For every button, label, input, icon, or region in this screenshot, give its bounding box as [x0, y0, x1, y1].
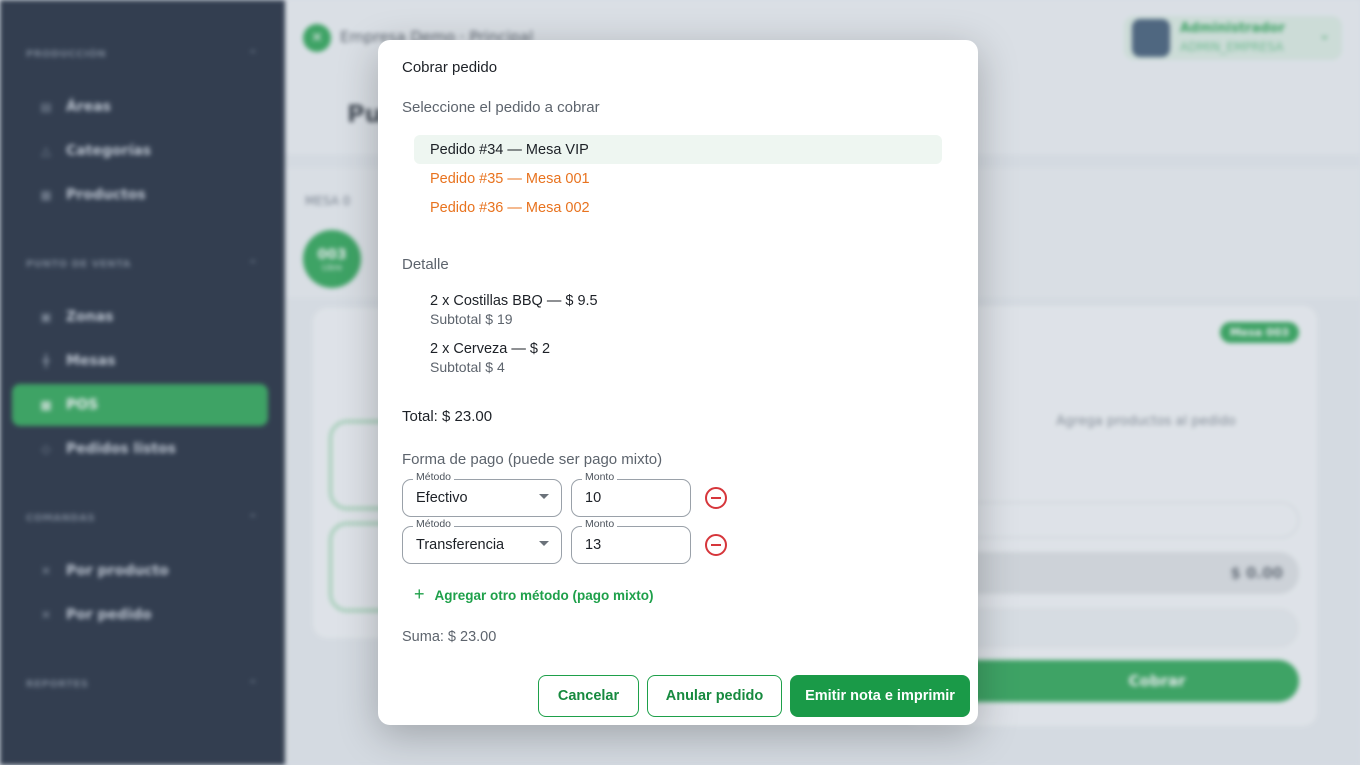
order-list: Pedido #34 — Mesa VIP Pedido #35 — Mesa …	[414, 135, 942, 222]
field-legend: Monto	[582, 518, 618, 530]
order-option-36[interactable]: Pedido #36 — Mesa 002	[414, 193, 942, 222]
detail-item: 2 x Costillas BBQ — $ 9.5 Subtotal $ 19	[430, 293, 598, 327]
plus-icon: +	[414, 584, 425, 604]
field-legend: Monto	[582, 471, 618, 483]
add-payment-method-label: Agregar otro método (pago mixto)	[434, 588, 654, 603]
charge-order-dialog: Cobrar pedido Seleccione el pedido a cob…	[378, 40, 978, 725]
selected-method: Efectivo	[416, 490, 468, 506]
payment-amount-input[interactable]: Monto 10	[571, 471, 691, 517]
payment-sum: Suma: $ 23.00	[402, 629, 497, 645]
amount-value: 10	[585, 490, 602, 506]
detail-item-subtotal: Subtotal $ 19	[430, 311, 513, 327]
detail-item: 2 x Cerveza — $ 2 Subtotal $ 4	[430, 341, 550, 375]
payment-method-label: Forma de pago (puede ser pago mixto)	[402, 451, 663, 468]
add-payment-method-button[interactable]: + Agregar otro método (pago mixto)	[414, 584, 654, 605]
remove-circle-icon[interactable]	[705, 487, 727, 509]
payment-row: Método Transferencia Monto 13	[402, 518, 742, 564]
payment-method-select[interactable]: Método Efectivo	[402, 471, 562, 517]
detail-item-line: 2 x Cerveza — $ 2	[430, 341, 551, 357]
select-order-label: Seleccione el pedido a cobrar	[402, 99, 600, 116]
dropdown-caret-icon	[539, 494, 549, 499]
selected-method: Transferencia	[416, 537, 505, 553]
amount-value: 13	[585, 537, 602, 553]
order-option-35[interactable]: Pedido #35 — Mesa 001	[414, 164, 942, 193]
detail-label: Detalle	[402, 256, 449, 273]
payment-row: Método Efectivo Monto 10	[402, 471, 742, 517]
detail-item-subtotal: Subtotal $ 4	[430, 359, 505, 375]
cancel-button[interactable]: Cancelar	[538, 675, 639, 717]
detail-item-line: 2 x Costillas BBQ — $ 9.5	[430, 293, 598, 309]
order-option-34[interactable]: Pedido #34 — Mesa VIP	[414, 135, 942, 164]
payment-method-select[interactable]: Método Transferencia	[402, 518, 562, 564]
field-legend: Método	[413, 471, 455, 483]
field-legend: Método	[413, 518, 455, 530]
dialog-title: Cobrar pedido	[402, 59, 498, 76]
dropdown-caret-icon	[539, 541, 549, 546]
remove-circle-icon[interactable]	[705, 534, 727, 556]
emit-and-print-button[interactable]: Emitir nota e imprimir	[790, 675, 970, 717]
payment-amount-input[interactable]: Monto 13	[571, 518, 691, 564]
order-total-text: Total: $ 23.00	[402, 408, 493, 425]
void-order-button[interactable]: Anular pedido	[647, 675, 782, 717]
